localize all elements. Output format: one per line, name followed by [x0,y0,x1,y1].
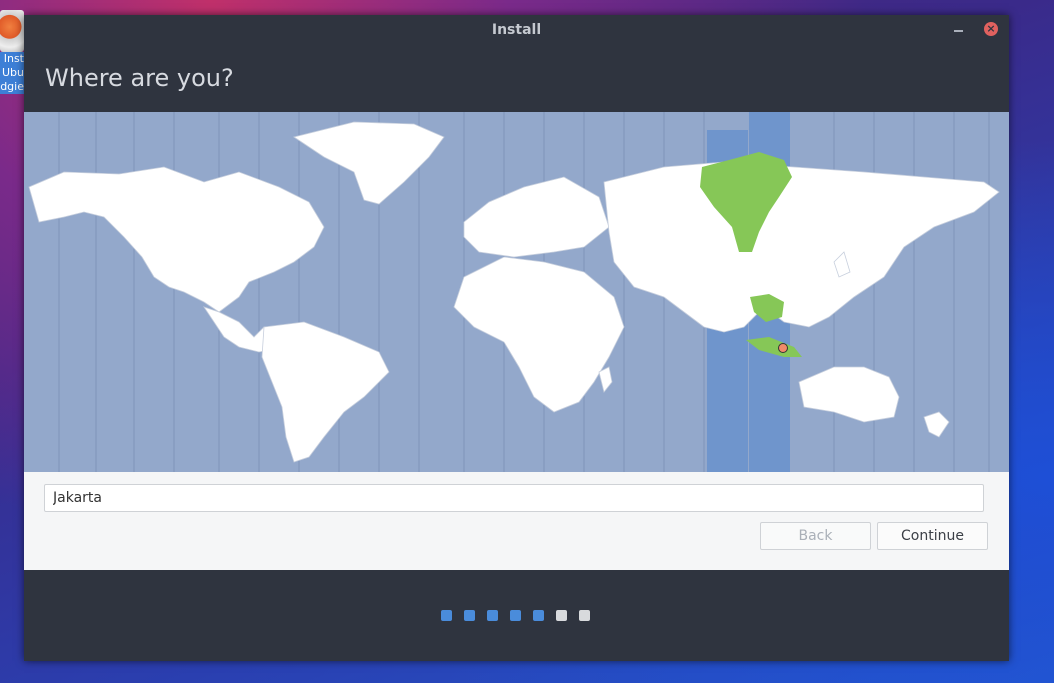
location-input[interactable] [44,484,984,512]
progress-step [533,610,544,621]
titlebar[interactable]: Install × [24,15,1009,45]
back-button[interactable]: Back [760,522,871,550]
minimize-button[interactable] [954,30,963,32]
location-pin-icon [778,343,788,353]
installer-icon-image [0,10,24,52]
continue-button[interactable]: Continue [877,522,988,550]
page-title: Where are you? [45,64,234,92]
location-panel: Back Continue [24,472,1009,570]
progress-indicator [441,610,590,621]
progress-step [556,610,567,621]
installer-window: Install × Where are you? Jakarta Back Co… [24,15,1009,661]
progress-step [464,610,475,621]
desktop-installer-icon[interactable]: Inst Ubu dgie [0,10,24,102]
progress-footer [24,570,1009,661]
close-icon: × [986,22,996,35]
desktop-icon-label: Inst Ubu dgie [0,52,24,94]
window-title: Install [491,22,542,38]
progress-step [510,610,521,621]
progress-step [487,610,498,621]
progress-step [441,610,452,621]
world-map-svg [24,112,1009,472]
close-button[interactable]: × [984,22,998,36]
timezone-map[interactable] [24,112,1009,472]
progress-step [579,610,590,621]
